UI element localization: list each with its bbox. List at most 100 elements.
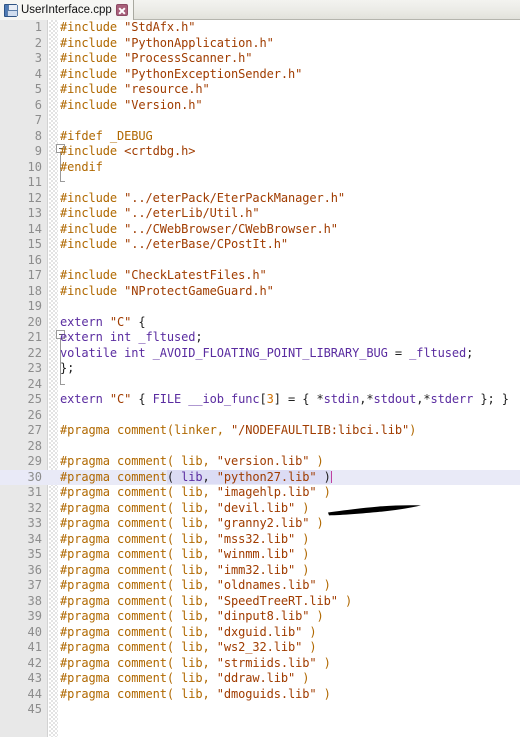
- code-line-42[interactable]: 42 #pragma comment( lib, "strmiids.lib" ): [0, 656, 520, 672]
- line-text[interactable]: #include "PythonExceptionSender.h": [60, 67, 302, 83]
- code-line-43[interactable]: 43 #pragma comment( lib, "ddraw.lib" ): [0, 671, 520, 687]
- code-line-10[interactable]: 10 #endif: [0, 160, 520, 176]
- code-line-1[interactable]: 1 #include "StdAfx.h": [0, 20, 520, 36]
- code-line-7[interactable]: 7: [0, 113, 520, 129]
- code-line-20[interactable]: 20 extern "C" {: [0, 315, 520, 331]
- code-line-39[interactable]: 39 #pragma comment( lib, "dinput8.lib" ): [0, 609, 520, 625]
- line-text[interactable]: #endif: [60, 160, 103, 176]
- code-line-6[interactable]: 6 #include "Version.h": [0, 98, 520, 114]
- line-number: 1: [34, 20, 42, 34]
- line-text[interactable]: #pragma comment( lib, "granny2.lib" ): [60, 516, 324, 532]
- line-number: 15: [27, 237, 42, 251]
- line-text[interactable]: #include "StdAfx.h": [60, 20, 195, 36]
- line-text[interactable]: #pragma comment( lib, "winmm.lib" ): [60, 547, 309, 563]
- code-line-24[interactable]: 24: [0, 377, 520, 393]
- line-text[interactable]: #pragma comment( lib, "dinput8.lib" ): [60, 609, 324, 625]
- line-text[interactable]: #include "../eterBase/CPostIt.h": [60, 237, 288, 253]
- line-text[interactable]: #include "../eterLib/Util.h": [60, 206, 260, 222]
- code-line-28[interactable]: 28: [0, 439, 520, 455]
- code-line-35[interactable]: 35 #pragma comment( lib, "winmm.lib" ): [0, 547, 520, 563]
- line-text[interactable]: extern int _fltused;: [60, 330, 203, 346]
- code-line-9[interactable]: 9 #include <crtdbg.h>: [0, 144, 520, 160]
- line-number: 28: [27, 438, 42, 453]
- line-number: 38: [27, 593, 42, 608]
- line-text[interactable]: #pragma comment( lib, "oldnames.lib" ): [60, 578, 331, 594]
- line-text[interactable]: #pragma comment( lib, "dxguid.lib" ): [60, 625, 317, 641]
- code-line-33[interactable]: 33 #pragma comment( lib, "granny2.lib" ): [0, 516, 520, 532]
- line-text[interactable]: #include "../eterPack/EterPackManager.h": [60, 191, 345, 207]
- code-line-41[interactable]: 41 #pragma comment( lib, "ws2_32.lib" ): [0, 640, 520, 656]
- line-text[interactable]: #pragma comment( lib, "version.lib" ): [60, 454, 324, 470]
- code-line-44[interactable]: 44 #pragma comment( lib, "dmoguids.lib" ): [0, 687, 520, 703]
- line-text[interactable]: #include "CheckLatestFiles.h": [60, 268, 267, 284]
- line-number: 23: [27, 361, 42, 375]
- line-text[interactable]: #pragma comment( lib, "imm32.lib" ): [60, 563, 309, 579]
- line-text[interactable]: #pragma comment( lib, "mss32.lib" ): [60, 532, 309, 548]
- code-line-32[interactable]: 32 #pragma comment( lib, "devil.lib" ): [0, 501, 520, 517]
- line-text[interactable]: #pragma comment( lib, "SpeedTreeRT.lib" …: [60, 594, 352, 610]
- code-line-23[interactable]: 23};: [0, 361, 520, 377]
- code-editor[interactable]: 1 #include "StdAfx.h" 2 #include "PythonApp…: [0, 20, 520, 737]
- line-text[interactable]: #include "resource.h": [60, 82, 210, 98]
- code-line-12[interactable]: 12 #include "../eterPack/EterPackManager.…: [0, 191, 520, 207]
- line-text[interactable]: #ifdef _DEBUG: [60, 129, 153, 145]
- code-line-8[interactable]: 8 #ifdef _DEBUG: [0, 129, 520, 145]
- line-number: 14: [27, 221, 42, 236]
- code-line-40[interactable]: 40 #pragma comment( lib, "dxguid.lib" ): [0, 625, 520, 641]
- line-number: 30: [27, 469, 42, 484]
- line-number: 27: [27, 423, 42, 437]
- code-line-22[interactable]: 22 volatile int _AVOID_FLOATING_POINT_LIB…: [0, 346, 520, 362]
- line-text[interactable]: #include "NProtectGameGuard.h": [60, 284, 274, 300]
- line-text[interactable]: #include "../CWebBrowser/CWebBrowser.h": [60, 222, 338, 238]
- line-text[interactable]: };: [60, 361, 74, 377]
- line-number: 40: [27, 624, 42, 639]
- line-number: 31: [27, 485, 42, 499]
- line-text[interactable]: #include "ProcessScanner.h": [60, 51, 252, 67]
- line-text[interactable]: extern "C" { FILE __iob_func[3] = { *std…: [60, 392, 509, 408]
- close-x-icon[interactable]: [115, 4, 128, 16]
- line-text[interactable]: #pragma comment(linker, "/NODEFAULTLIB:l…: [60, 423, 416, 439]
- tab-userinterface-cpp[interactable]: UserInterface.cpp: [0, 0, 134, 20]
- code-line-38[interactable]: 38 #pragma comment( lib, "SpeedTreeRT.lib…: [0, 594, 520, 610]
- line-text[interactable]: volatile int _AVOID_FLOATING_POINT_LIBRA…: [60, 346, 473, 362]
- code-line-29[interactable]: 29 #pragma comment( lib, "version.lib" ): [0, 454, 520, 470]
- line-text[interactable]: #pragma comment( lib, "devil.lib" ): [60, 501, 309, 517]
- code-line-34[interactable]: 34 #pragma comment( lib, "mss32.lib" ): [0, 532, 520, 548]
- line-text[interactable]: #pragma comment( lib, "python27.lib" ): [60, 469, 332, 486]
- line-text[interactable]: #include <crtdbg.h>: [60, 144, 195, 160]
- code-line-3[interactable]: 3 #include "ProcessScanner.h": [0, 51, 520, 67]
- code-line-45[interactable]: 45: [0, 702, 520, 718]
- line-number: 36: [27, 562, 42, 577]
- line-text[interactable]: #pragma comment( lib, "imagehlp.lib" ): [60, 485, 331, 501]
- line-text[interactable]: #pragma comment( lib, "ddraw.lib" ): [60, 671, 309, 687]
- code-line-25[interactable]: 25 extern "C" { FILE __iob_func[3] = { *s…: [0, 392, 520, 408]
- line-text[interactable]: #include "Version.h": [60, 98, 203, 114]
- code-line-15[interactable]: 15 #include "../eterBase/CPostIt.h": [0, 237, 520, 253]
- code-line-36[interactable]: 36 #pragma comment( lib, "imm32.lib" ): [0, 563, 520, 579]
- code-line-17[interactable]: 17 #include "CheckLatestFiles.h": [0, 268, 520, 284]
- line-text[interactable]: #pragma comment( lib, "dmoguids.lib" ): [60, 687, 331, 703]
- line-number: 6: [34, 97, 42, 112]
- code-line-27[interactable]: 27 #pragma comment(linker, "/NODEFAULTLIB…: [0, 423, 520, 439]
- line-number: 10: [27, 159, 42, 174]
- code-line-30[interactable]: 30 #pragma comment( lib, "python27.lib" ): [0, 469, 520, 486]
- line-number: 25: [27, 392, 42, 406]
- line-text[interactable]: #pragma comment( lib, "ws2_32.lib" ): [60, 640, 317, 656]
- code-line-18[interactable]: 18 #include "NProtectGameGuard.h": [0, 284, 520, 300]
- code-line-13[interactable]: 13 #include "../eterLib/Util.h": [0, 206, 520, 222]
- code-line-16[interactable]: 16: [0, 253, 520, 269]
- code-line-5[interactable]: 5 #include "resource.h": [0, 82, 520, 98]
- code-line-26[interactable]: 26: [0, 408, 520, 424]
- code-line-14[interactable]: 14 #include "../CWebBrowser/CWebBrowser.h…: [0, 222, 520, 238]
- code-line-31[interactable]: 31 #pragma comment( lib, "imagehlp.lib" ): [0, 485, 520, 501]
- code-line-37[interactable]: 37 #pragma comment( lib, "oldnames.lib" ): [0, 578, 520, 594]
- line-text[interactable]: #include "PythonApplication.h": [60, 36, 274, 52]
- line-number: 8: [34, 128, 42, 143]
- code-line-2[interactable]: 2 #include "PythonApplication.h": [0, 36, 520, 52]
- code-line-11[interactable]: 11: [0, 175, 520, 191]
- line-text[interactable]: #pragma comment( lib, "strmiids.lib" ): [60, 656, 331, 672]
- code-line-4[interactable]: 4 #include "PythonExceptionSender.h": [0, 67, 520, 83]
- code-line-19[interactable]: 19: [0, 299, 520, 315]
- line-text[interactable]: extern "C" {: [60, 315, 146, 331]
- code-line-21[interactable]: 21 extern int _fltused;: [0, 330, 520, 346]
